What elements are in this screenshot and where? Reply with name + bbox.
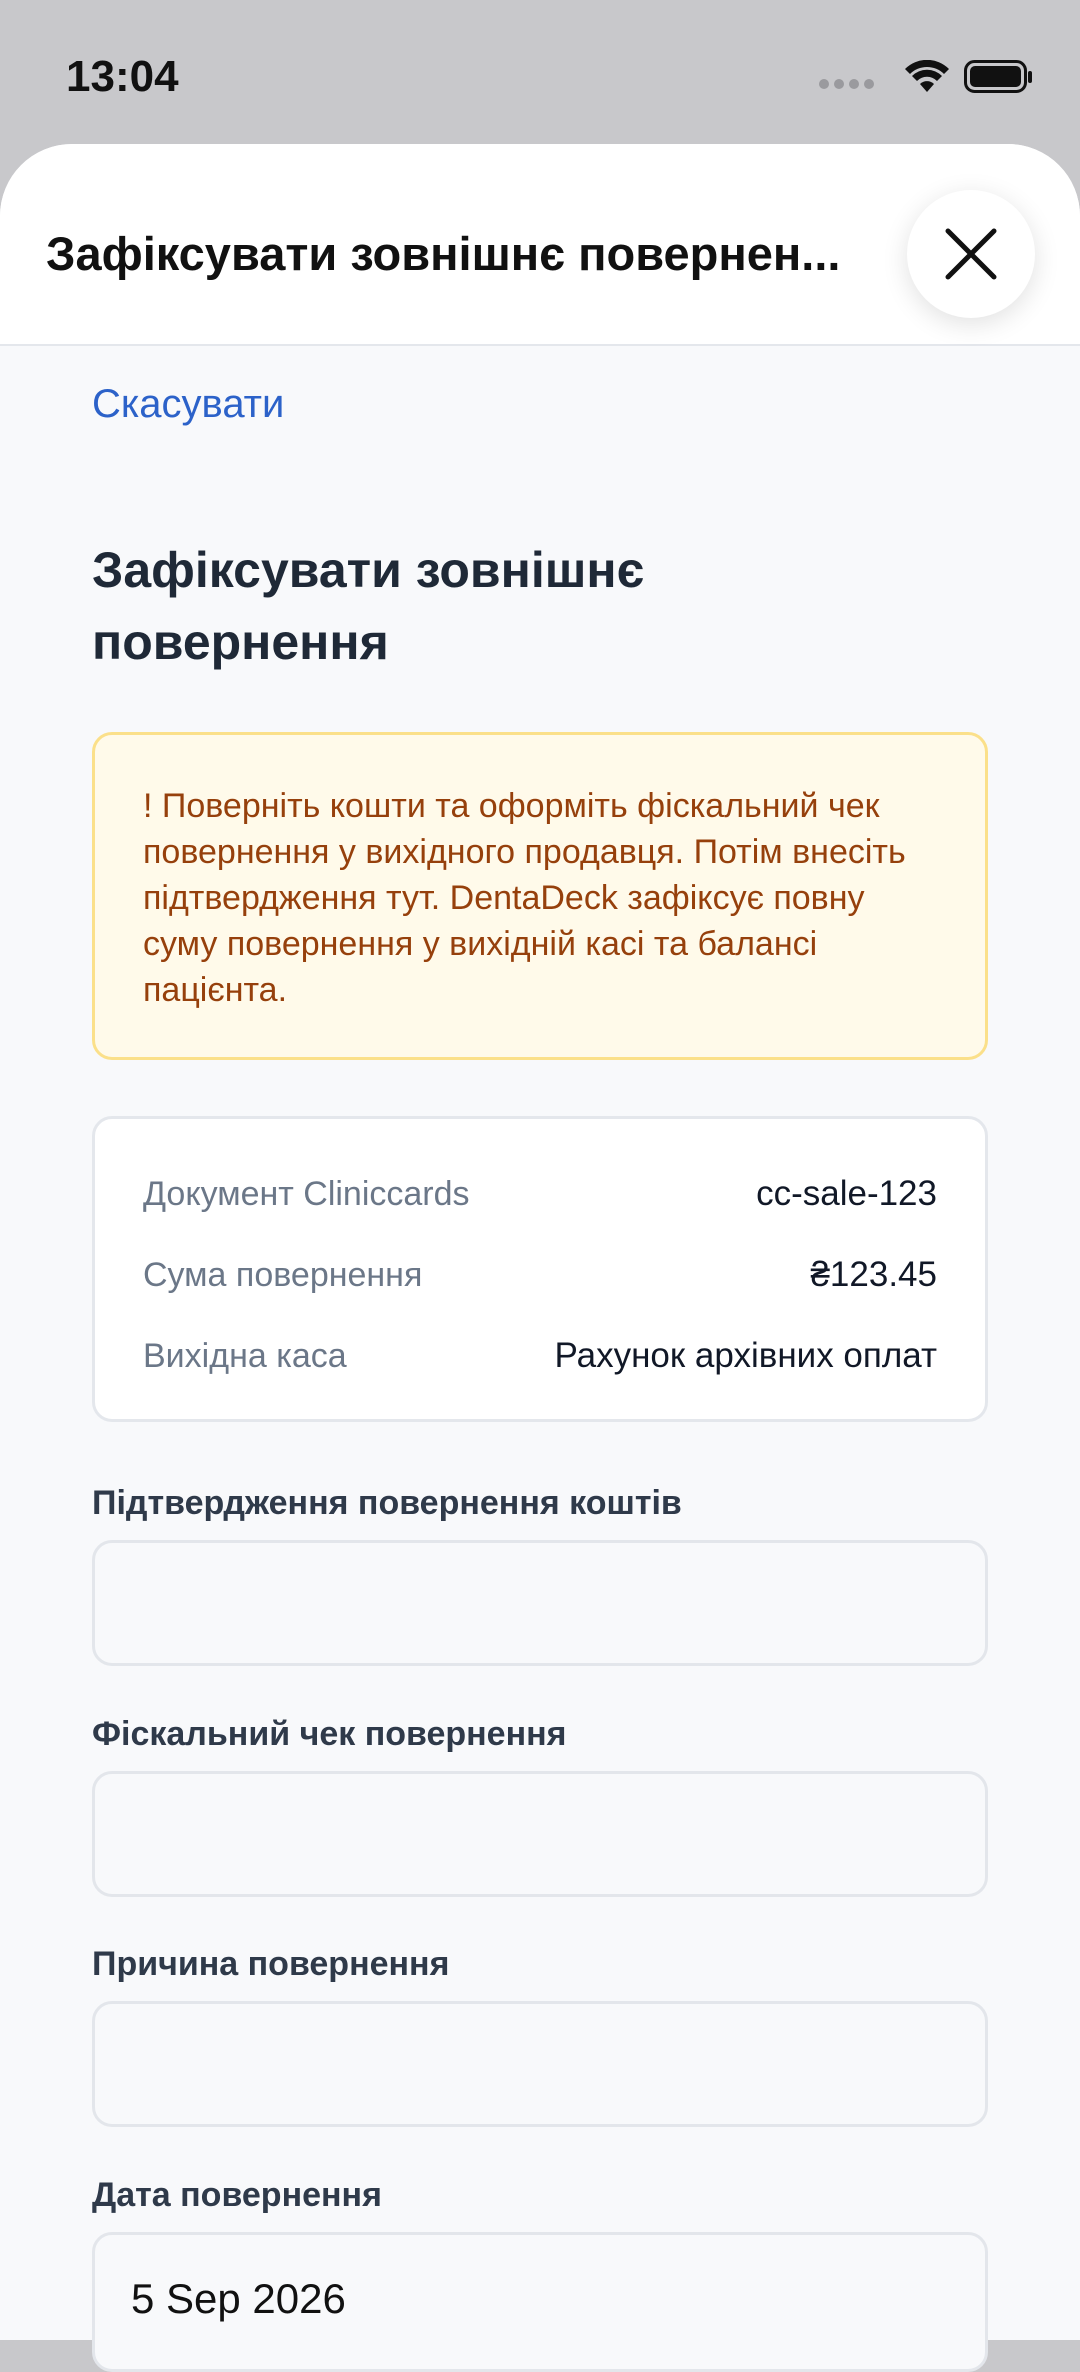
fiscal-receipt-input[interactable]	[92, 1771, 988, 1897]
reason-label: Причина повернення	[92, 1945, 450, 1983]
modal-sheet: Зафіксувати зовнішнє повернен... Скасува…	[0, 144, 1080, 2340]
info-card: Документ Cliniccards cc-sale-123 Сума по…	[92, 1116, 988, 1422]
status-bar: 13:04	[0, 0, 1080, 150]
sheet-title: Зафіксувати зовнішнє повернен...	[46, 227, 841, 280]
cancel-link[interactable]: Скасувати	[92, 382, 284, 427]
date-label: Дата повернення	[92, 2176, 382, 2214]
status-time: 13:04	[66, 52, 179, 101]
close-button[interactable]	[907, 190, 1035, 318]
info-value: cc-sale-123	[756, 1174, 937, 1213]
battery-icon	[964, 60, 1032, 93]
fiscal-receipt-label: Фіскальний чек повернення	[92, 1715, 567, 1753]
info-label: Документ Cliniccards	[143, 1174, 470, 1213]
info-value: Рахунок архівних оплат	[554, 1336, 937, 1375]
info-value: ₴123.45	[810, 1255, 937, 1294]
info-label: Сума повернення	[143, 1255, 423, 1294]
info-label: Вихідна каса	[143, 1336, 347, 1375]
close-icon	[945, 228, 997, 280]
warning-text: ! Поверніть кошти та оформіть фіскальний…	[143, 787, 906, 1009]
date-field[interactable]: 5 Sep 2026	[92, 2232, 988, 2372]
info-row-cashbox: Вихідна каса Рахунок архівних оплат	[143, 1331, 937, 1381]
warning-box: ! Поверніть кошти та оформіть фіскальний…	[92, 732, 988, 1060]
confirmation-label: Підтвердження повернення коштів	[92, 1484, 682, 1522]
sheet-header: Зафіксувати зовнішнє повернен...	[0, 144, 1080, 346]
info-row-document: Документ Cliniccards cc-sale-123	[143, 1169, 937, 1219]
status-icons	[812, 58, 1052, 98]
page-title: Зафіксувати зовнішнє повернення	[92, 542, 645, 670]
info-row-amount: Сума повернення ₴123.45	[143, 1250, 937, 1300]
date-value: 5 Sep 2026	[131, 2275, 346, 2322]
confirmation-input[interactable]	[92, 1540, 988, 1666]
wifi-icon	[905, 60, 949, 92]
reason-input[interactable]	[92, 2001, 988, 2127]
